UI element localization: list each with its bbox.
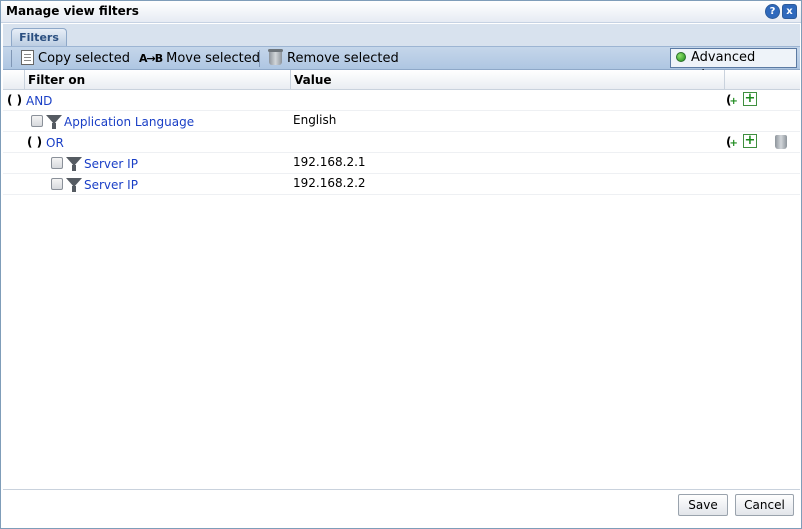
group-paren-icon: ( ) — [27, 135, 43, 149]
save-button[interactable]: Save — [678, 494, 728, 516]
copy-icon — [21, 50, 34, 65]
toolbar: Copy selected A→B Move selected Remove se… — [3, 46, 800, 83]
group-operator-link[interactable]: OR — [46, 136, 64, 150]
row-checkbox[interactable] — [31, 115, 43, 127]
column-divider — [724, 70, 725, 90]
filter-value: 192.168.2.1 — [293, 155, 366, 169]
row-checkbox[interactable] — [51, 157, 63, 169]
copy-selected-label: Copy selected — [38, 51, 130, 66]
move-icon: A→B — [139, 52, 163, 65]
grid-header: Filter on Value — [3, 70, 800, 90]
toolbar-separator — [11, 50, 12, 67]
close-button[interactable]: x — [782, 4, 797, 19]
tab-filters[interactable]: Filters — [11, 28, 67, 47]
tab-strip: Filters — [3, 24, 800, 47]
advanced-mode-button[interactable]: Advanced mode — [670, 48, 797, 83]
table-row-or-group: ( ) OR (+ + — [3, 132, 800, 153]
add-filter-icon[interactable]: + — [743, 92, 757, 106]
green-dot-icon — [676, 52, 686, 62]
filter-value: English — [293, 113, 337, 127]
filter-field-link[interactable]: Server IP — [84, 178, 138, 192]
dialog-title: Manage view filters — [6, 4, 139, 18]
table-row-filter: Server IP 192.168.2.2 — [3, 174, 800, 195]
table-row-filter: Server IP 192.168.2.1 — [3, 153, 800, 174]
add-group-icon[interactable]: (+ — [726, 135, 738, 149]
funnel-icon — [66, 157, 82, 171]
cancel-button[interactable]: Cancel — [735, 494, 794, 516]
trash-icon — [268, 49, 283, 65]
funnel-icon — [46, 115, 62, 129]
filter-value: 192.168.2.2 — [293, 176, 366, 190]
remove-selected-label: Remove selected — [287, 51, 399, 66]
column-header-value: Value — [294, 73, 332, 87]
add-filter-icon[interactable]: + — [743, 134, 757, 148]
column-divider — [24, 70, 25, 90]
filter-field-link[interactable]: Server IP — [84, 157, 138, 171]
copy-selected-button[interactable]: Copy selected — [21, 49, 130, 69]
filter-field-link[interactable]: Application Language — [64, 115, 194, 129]
remove-selected-button[interactable]: Remove selected — [268, 49, 399, 69]
move-selected-button[interactable]: A→B Move selected — [139, 49, 260, 69]
dialog-footer: Save Cancel — [3, 489, 800, 527]
table-row-filter: Application Language English — [3, 111, 800, 132]
group-paren-icon: ( ) — [7, 93, 23, 107]
funnel-icon — [66, 178, 82, 192]
move-selected-label: Move selected — [166, 51, 260, 66]
trash-icon[interactable] — [775, 135, 787, 149]
column-header-filter-on: Filter on — [28, 73, 86, 87]
column-divider — [290, 70, 291, 90]
manage-view-filters-dialog: Manage view filters ? x Filters Copy sel… — [0, 0, 802, 529]
table-row-and-group: ( ) AND (+ + — [3, 90, 800, 111]
help-button[interactable]: ? — [765, 4, 780, 19]
title-bar: Manage view filters ? x — [1, 1, 801, 23]
row-checkbox[interactable] — [51, 178, 63, 190]
add-group-icon[interactable]: (+ — [726, 93, 738, 107]
toolbar-separator — [259, 50, 260, 67]
filters-grid: Filter on Value ( ) AND (+ + Application… — [3, 70, 800, 488]
group-operator-link[interactable]: AND — [26, 94, 52, 108]
